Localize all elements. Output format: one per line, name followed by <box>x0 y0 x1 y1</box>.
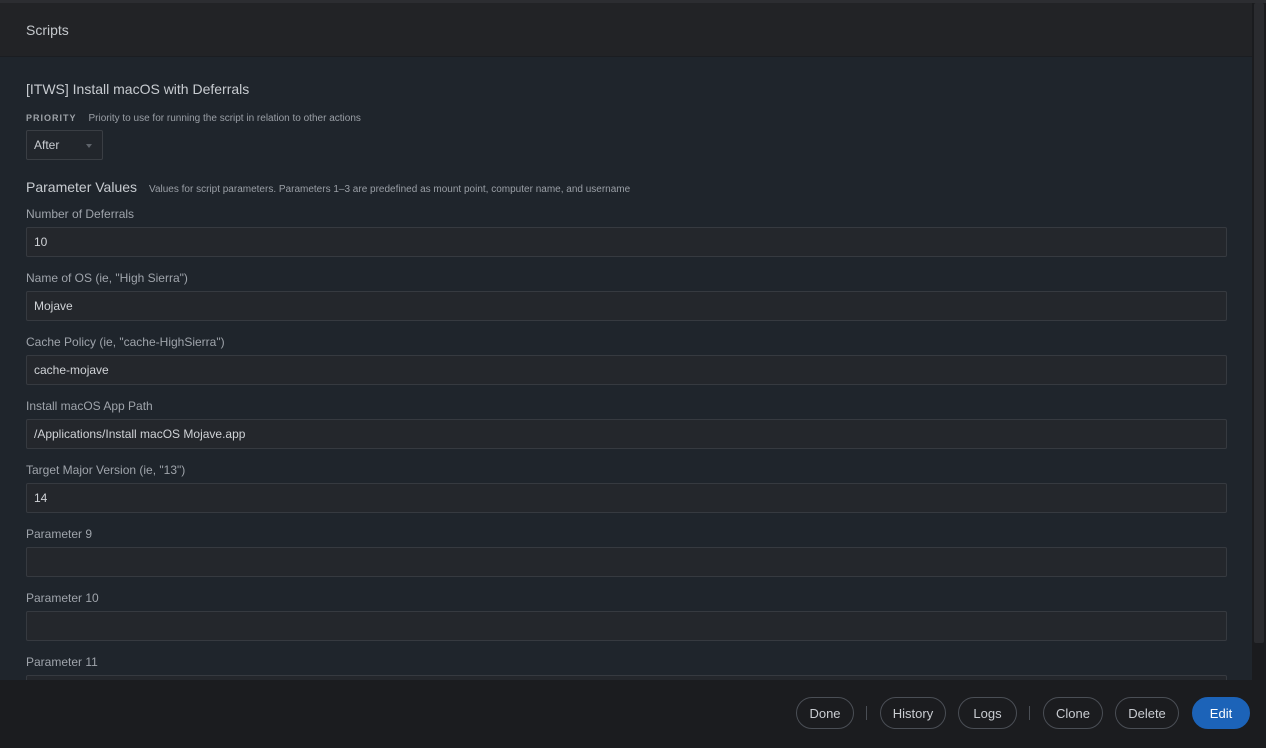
history-button[interactable]: History <box>880 697 946 729</box>
parameter-values-title: Parameter Values <box>26 179 138 195</box>
panel-header: Scripts <box>0 3 1252 57</box>
priority-description: Priority to use for running the script i… <box>88 113 361 124</box>
parameter-field: Name of OS (ie, "High Sierra") <box>26 271 1227 321</box>
parameter-field: Parameter 10 <box>26 591 1227 641</box>
app-window: Scripts [ITWS] Install macOS with Deferr… <box>0 0 1266 748</box>
field-label: Install macOS App Path <box>26 399 153 413</box>
field-label: Number of Deferrals <box>26 207 135 221</box>
done-button[interactable]: Done <box>796 697 854 729</box>
parameter-field: Install macOS App Path <box>26 399 1227 449</box>
priority-label: PRIORITY <box>26 113 77 123</box>
clone-button[interactable]: Clone <box>1043 697 1103 729</box>
divider <box>1029 706 1030 720</box>
parameter-field: Cache Policy (ie, "cache-HighSierra") <box>26 335 1227 385</box>
panel-body: [ITWS] Install macOS with Deferrals PRIO… <box>0 57 1252 708</box>
app-path-input[interactable] <box>26 419 1227 449</box>
os-name-input[interactable] <box>26 291 1227 321</box>
parameter-field: Parameter 9 <box>26 527 1227 577</box>
scrollbar-thumb[interactable] <box>1254 3 1264 643</box>
parameter-values-header: Parameter Values Values for script param… <box>26 179 1227 195</box>
parameter-values-description: Values for script parameters. Parameters… <box>149 184 631 195</box>
scripts-panel: Scripts [ITWS] Install macOS with Deferr… <box>0 3 1252 708</box>
priority-select[interactable]: After <box>26 130 103 160</box>
parameter-10-input[interactable] <box>26 611 1227 641</box>
number-of-deferrals-input[interactable] <box>26 227 1227 257</box>
parameter-field: Target Major Version (ie, "13") <box>26 463 1227 513</box>
parameter-fields: Number of Deferrals Name of OS (ie, "Hig… <box>26 207 1227 705</box>
divider <box>866 706 867 720</box>
field-label: Parameter 9 <box>26 527 93 541</box>
priority-selected-value: After <box>34 138 60 152</box>
field-label: Cache Policy (ie, "cache-HighSierra") <box>26 335 225 349</box>
script-name: [ITWS] Install macOS with Deferrals <box>26 81 250 97</box>
field-label: Target Major Version (ie, "13") <box>26 463 186 477</box>
cache-policy-input[interactable] <box>26 355 1227 385</box>
parameter-9-input[interactable] <box>26 547 1227 577</box>
parameter-field: Number of Deferrals <box>26 207 1227 257</box>
target-major-version-input[interactable] <box>26 483 1227 513</box>
chevron-down-icon <box>86 144 92 148</box>
panel-title: Scripts <box>26 21 69 38</box>
field-label: Parameter 11 <box>26 655 98 669</box>
edit-button[interactable]: Edit <box>1192 697 1250 729</box>
logs-button[interactable]: Logs <box>958 697 1017 729</box>
priority-row: PRIORITY Priority to use for running the… <box>26 113 1227 124</box>
field-label: Parameter 10 <box>26 591 99 605</box>
delete-button[interactable]: Delete <box>1115 697 1179 729</box>
action-footer: Done History Logs Clone Delete Edit <box>0 680 1266 748</box>
field-label: Name of OS (ie, "High Sierra") <box>26 271 188 285</box>
